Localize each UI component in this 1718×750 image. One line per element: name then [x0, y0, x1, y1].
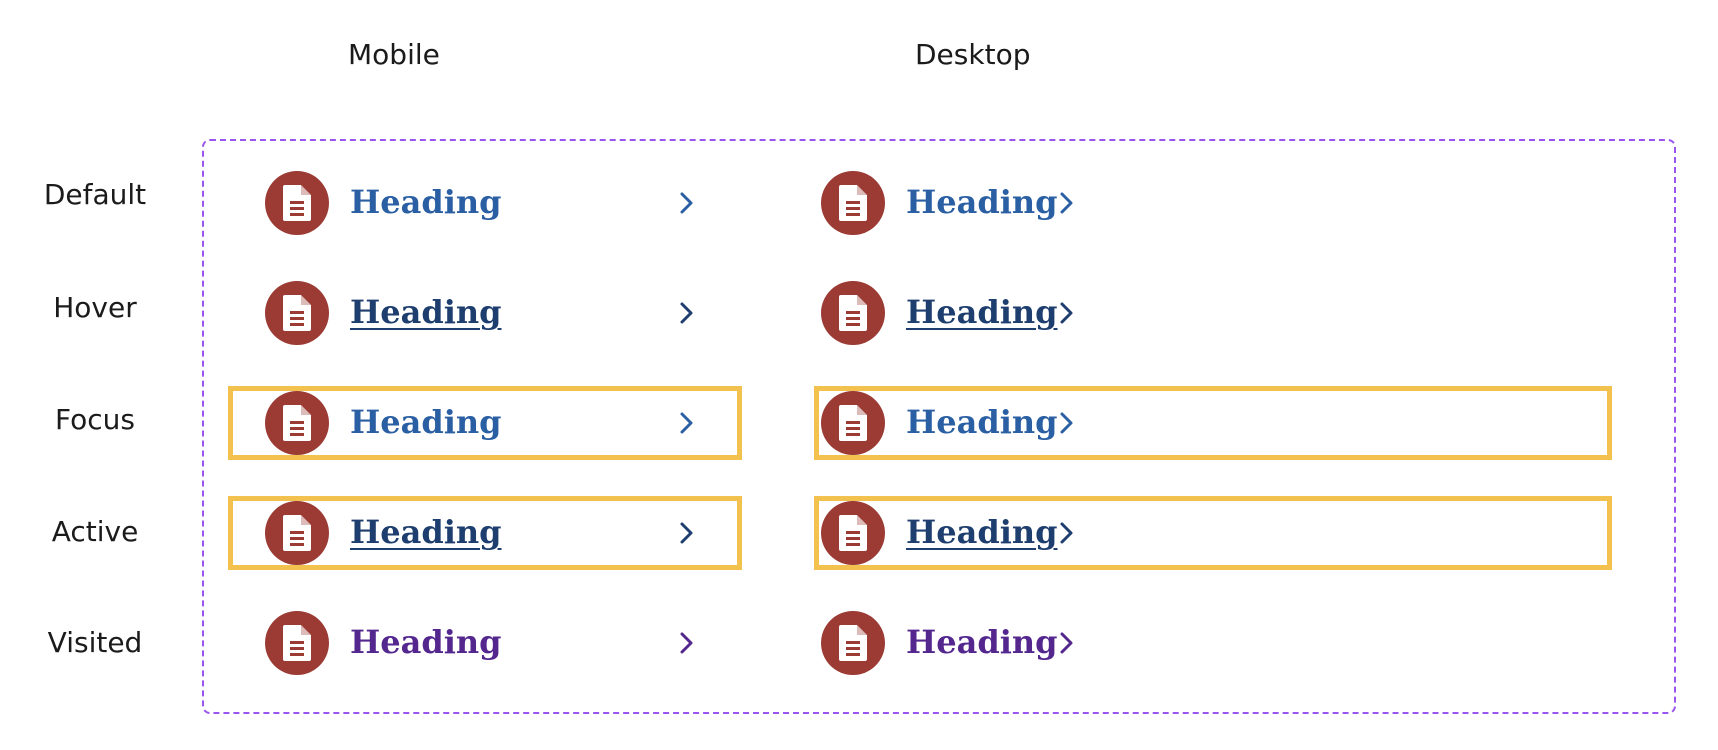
- document-icon: [821, 391, 885, 455]
- link-heading[interactable]: Heading: [906, 512, 1058, 552]
- link-heading[interactable]: Heading: [906, 292, 1058, 332]
- state-label-focus: Focus: [55, 403, 135, 436]
- link-heading[interactable]: Heading: [350, 512, 502, 552]
- link-heading[interactable]: Heading: [350, 622, 502, 662]
- link-heading[interactable]: Heading: [906, 182, 1058, 222]
- state-label-hover: Hover: [53, 291, 137, 324]
- document-icon: [265, 501, 329, 565]
- chevron-right-icon: [1058, 631, 1076, 655]
- chevron-right-icon: [678, 521, 696, 545]
- document-icon: [821, 501, 885, 565]
- chevron-right-icon: [678, 191, 696, 215]
- document-icon: [265, 611, 329, 675]
- state-label-visited: Visited: [47, 626, 143, 659]
- chevron-right-icon: [678, 411, 696, 435]
- column-header-mobile: Mobile: [348, 38, 440, 71]
- chevron-right-icon: [1058, 411, 1076, 435]
- state-label-active: Active: [51, 515, 139, 548]
- link-heading[interactable]: Heading: [350, 402, 502, 442]
- document-icon: [821, 171, 885, 235]
- chevron-right-icon: [1058, 191, 1076, 215]
- link-heading[interactable]: Heading: [350, 182, 502, 222]
- document-icon: [821, 281, 885, 345]
- chevron-right-icon: [1058, 301, 1076, 325]
- chevron-right-icon: [678, 301, 696, 325]
- chevron-right-icon: [1058, 521, 1076, 545]
- document-icon: [265, 391, 329, 455]
- link-heading[interactable]: Heading: [906, 402, 1058, 442]
- link-heading[interactable]: Heading: [906, 622, 1058, 662]
- state-label-default: Default: [43, 178, 147, 211]
- chevron-right-icon: [678, 631, 696, 655]
- column-header-desktop: Desktop: [915, 38, 1031, 71]
- document-icon: [821, 611, 885, 675]
- document-icon: [265, 281, 329, 345]
- link-heading[interactable]: Heading: [350, 292, 502, 332]
- document-icon: [265, 171, 329, 235]
